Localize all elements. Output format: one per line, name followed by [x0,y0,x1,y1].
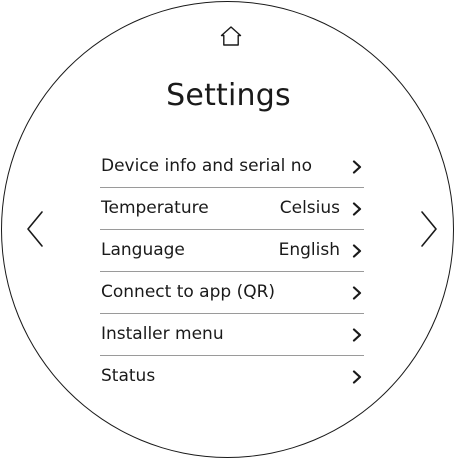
page-title: Settings [166,78,291,113]
menu-item-device-info[interactable]: Device info and serial no [100,146,364,188]
menu-item-value: English [278,240,340,260]
chevron-right-icon [352,370,362,384]
menu-item-language[interactable]: Language English [100,230,364,272]
chevron-right-icon [352,244,362,258]
home-button[interactable] [219,25,243,47]
chevron-right-icon [352,328,362,342]
menu-item-label: Status [101,366,156,386]
chevron-left-icon [24,209,46,249]
menu-item-label: Temperature [101,198,209,218]
previous-page-button[interactable] [24,209,46,249]
chevron-right-icon [352,202,362,216]
menu-item-installer-menu[interactable]: Installer menu [100,314,364,356]
menu-item-label: Installer menu [101,324,224,344]
menu-item-status[interactable]: Status [100,356,364,398]
settings-menu: Device info and serial no Temperature Ce… [100,146,364,398]
menu-item-connect-to-app[interactable]: Connect to app (QR) [100,272,364,314]
chevron-right-icon [352,160,362,174]
menu-item-label: Connect to app (QR) [101,282,276,302]
menu-item-label: Device info and serial no [101,156,312,176]
chevron-right-icon [418,209,440,249]
next-page-button[interactable] [418,209,440,249]
menu-item-label: Language [101,240,185,260]
menu-item-temperature[interactable]: Temperature Celsius [100,188,364,230]
menu-item-value: Celsius [279,198,340,218]
home-icon [219,25,243,47]
chevron-right-icon [352,286,362,300]
settings-screen: Settings Device info and serial no Tempe… [0,0,457,461]
